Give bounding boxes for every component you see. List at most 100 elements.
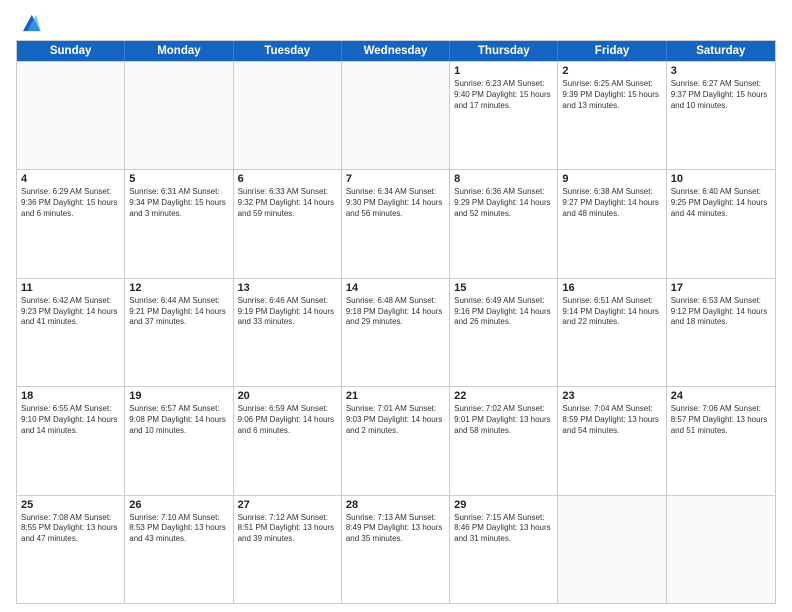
- day-number: 6: [238, 173, 337, 185]
- cal-cell: 6Sunrise: 6:33 AM Sunset: 9:32 PM Daylig…: [234, 170, 342, 277]
- cal-cell: 1 Sunrise: 6:23 AM Sunset: 9:40 PM Daylig…: [450, 62, 558, 169]
- day-number: 15: [454, 282, 553, 294]
- day-info: Sunrise: 7:02 AM Sunset: 9:01 PM Dayligh…: [454, 404, 553, 436]
- cal-header-wednesday: Wednesday: [342, 41, 450, 61]
- day-number: 5: [129, 173, 228, 185]
- cal-header-monday: Monday: [125, 41, 233, 61]
- day-number: 26: [129, 499, 228, 511]
- cal-cell: [234, 62, 342, 169]
- cal-cell: 9 Sunrise: 6:38 AM Sunset: 9:27 PM Daylig…: [558, 170, 666, 277]
- cal-week-5: 25Sunrise: 7:08 AM Sunset: 8:55 PM Dayli…: [17, 495, 775, 603]
- cal-cell: 5 Sunrise: 6:31 AM Sunset: 9:34 PM Daylig…: [125, 170, 233, 277]
- day-info: Sunrise: 6:55 AM Sunset: 9:10 PM Dayligh…: [21, 404, 120, 436]
- day-info: Sunrise: 6:23 AM Sunset: 9:40 PM Dayligh…: [454, 79, 553, 111]
- day-info: Sunrise: 6:59 AM Sunset: 9:06 PM Dayligh…: [238, 404, 337, 436]
- cal-cell: 19 Sunrise: 6:57 AM Sunset: 9:08 PM Dayli…: [125, 387, 233, 494]
- day-number: 13: [238, 282, 337, 294]
- day-number: 17: [671, 282, 771, 294]
- day-info: Sunrise: 6:29 AM Sunset: 9:36 PM Dayligh…: [21, 187, 120, 219]
- cal-cell: [667, 496, 775, 603]
- cal-cell: 14Sunrise: 6:48 AM Sunset: 9:18 PM Dayli…: [342, 279, 450, 386]
- cal-cell: 4 Sunrise: 6:29 AM Sunset: 9:36 PM Daylig…: [17, 170, 125, 277]
- day-number: 25: [21, 499, 120, 511]
- cal-cell: 21 Sunrise: 7:01 AM Sunset: 9:03 PM Dayli…: [342, 387, 450, 494]
- day-number: 4: [21, 173, 120, 185]
- day-number: 9: [562, 173, 661, 185]
- cal-cell: 11 Sunrise: 6:42 AM Sunset: 9:23 PM Dayli…: [17, 279, 125, 386]
- day-info: Sunrise: 6:31 AM Sunset: 9:34 PM Dayligh…: [129, 187, 228, 219]
- day-info: Sunrise: 6:46 AM Sunset: 9:19 PM Dayligh…: [238, 296, 337, 328]
- cal-header-friday: Friday: [558, 41, 666, 61]
- cal-cell: 2 Sunrise: 6:25 AM Sunset: 9:39 PM Daylig…: [558, 62, 666, 169]
- logo-icon: [20, 12, 42, 34]
- day-number: 19: [129, 390, 228, 402]
- day-number: 8: [454, 173, 553, 185]
- day-info: Sunrise: 7:13 AM Sunset: 8:49 PM Dayligh…: [346, 513, 445, 545]
- day-info: Sunrise: 6:34 AM Sunset: 9:30 PM Dayligh…: [346, 187, 445, 219]
- page: SundayMondayTuesdayWednesdayThursdayFrid…: [0, 0, 792, 612]
- cal-cell: 7 Sunrise: 6:34 AM Sunset: 9:30 PM Daylig…: [342, 170, 450, 277]
- day-number: 3: [671, 65, 771, 77]
- day-number: 16: [562, 282, 661, 294]
- cal-cell: 16 Sunrise: 6:51 AM Sunset: 9:14 PM Dayli…: [558, 279, 666, 386]
- day-info: Sunrise: 7:15 AM Sunset: 8:46 PM Dayligh…: [454, 513, 553, 545]
- cal-header-sunday: Sunday: [17, 41, 125, 61]
- day-info: Sunrise: 7:04 AM Sunset: 8:59 PM Dayligh…: [562, 404, 661, 436]
- cal-cell: 22 Sunrise: 7:02 AM Sunset: 9:01 PM Dayli…: [450, 387, 558, 494]
- cal-cell: 27 Sunrise: 7:12 AM Sunset: 8:51 PM Dayli…: [234, 496, 342, 603]
- day-info: Sunrise: 6:38 AM Sunset: 9:27 PM Dayligh…: [562, 187, 661, 219]
- cal-cell: 3 Sunrise: 6:27 AM Sunset: 9:37 PM Daylig…: [667, 62, 775, 169]
- cal-cell: 29 Sunrise: 7:15 AM Sunset: 8:46 PM Dayli…: [450, 496, 558, 603]
- day-info: Sunrise: 6:57 AM Sunset: 9:08 PM Dayligh…: [129, 404, 228, 436]
- day-info: Sunrise: 6:51 AM Sunset: 9:14 PM Dayligh…: [562, 296, 661, 328]
- day-info: Sunrise: 6:25 AM Sunset: 9:39 PM Dayligh…: [562, 79, 661, 111]
- day-number: 23: [562, 390, 661, 402]
- cal-cell: 26 Sunrise: 7:10 AM Sunset: 8:53 PM Dayli…: [125, 496, 233, 603]
- day-number: 7: [346, 173, 445, 185]
- day-info: Sunrise: 6:53 AM Sunset: 9:12 PM Dayligh…: [671, 296, 771, 328]
- cal-cell: 20 Sunrise: 6:59 AM Sunset: 9:06 PM Dayli…: [234, 387, 342, 494]
- day-number: 29: [454, 499, 553, 511]
- day-info: Sunrise: 6:36 AM Sunset: 9:29 PM Dayligh…: [454, 187, 553, 219]
- day-info: Sunrise: 6:42 AM Sunset: 9:23 PM Dayligh…: [21, 296, 120, 328]
- day-number: 18: [21, 390, 120, 402]
- calendar-header-row: SundayMondayTuesdayWednesdayThursdayFrid…: [17, 41, 775, 61]
- day-number: 24: [671, 390, 771, 402]
- day-number: 1: [454, 65, 553, 77]
- day-info: Sunrise: 6:49 AM Sunset: 9:16 PM Dayligh…: [454, 296, 553, 328]
- cal-cell: 24Sunrise: 7:06 AM Sunset: 8:57 PM Dayli…: [667, 387, 775, 494]
- day-number: 14: [346, 282, 445, 294]
- cal-cell: 15 Sunrise: 6:49 AM Sunset: 9:16 PM Dayli…: [450, 279, 558, 386]
- cal-cell: 8 Sunrise: 6:36 AM Sunset: 9:29 PM Daylig…: [450, 170, 558, 277]
- day-info: Sunrise: 7:12 AM Sunset: 8:51 PM Dayligh…: [238, 513, 337, 545]
- cal-week-1: 1 Sunrise: 6:23 AM Sunset: 9:40 PM Daylig…: [17, 61, 775, 169]
- day-info: Sunrise: 7:01 AM Sunset: 9:03 PM Dayligh…: [346, 404, 445, 436]
- day-number: 20: [238, 390, 337, 402]
- day-info: Sunrise: 7:10 AM Sunset: 8:53 PM Dayligh…: [129, 513, 228, 545]
- cal-cell: 12Sunrise: 6:44 AM Sunset: 9:21 PM Dayli…: [125, 279, 233, 386]
- header: [16, 12, 776, 34]
- cal-cell: [342, 62, 450, 169]
- cal-cell: 28 Sunrise: 7:13 AM Sunset: 8:49 PM Dayli…: [342, 496, 450, 603]
- day-info: Sunrise: 6:27 AM Sunset: 9:37 PM Dayligh…: [671, 79, 771, 111]
- cal-week-3: 11 Sunrise: 6:42 AM Sunset: 9:23 PM Dayli…: [17, 278, 775, 386]
- cal-cell: [17, 62, 125, 169]
- cal-cell: 13 Sunrise: 6:46 AM Sunset: 9:19 PM Dayli…: [234, 279, 342, 386]
- cal-cell: 17 Sunrise: 6:53 AM Sunset: 9:12 PM Dayli…: [667, 279, 775, 386]
- cal-cell: [558, 496, 666, 603]
- cal-header-tuesday: Tuesday: [234, 41, 342, 61]
- cal-week-2: 4 Sunrise: 6:29 AM Sunset: 9:36 PM Daylig…: [17, 169, 775, 277]
- day-number: 2: [562, 65, 661, 77]
- day-number: 27: [238, 499, 337, 511]
- day-info: Sunrise: 6:40 AM Sunset: 9:25 PM Dayligh…: [671, 187, 771, 219]
- cal-cell: 10Sunrise: 6:40 AM Sunset: 9:25 PM Dayli…: [667, 170, 775, 277]
- day-number: 22: [454, 390, 553, 402]
- logo: [16, 12, 42, 34]
- cal-header-thursday: Thursday: [450, 41, 558, 61]
- day-number: 21: [346, 390, 445, 402]
- day-number: 28: [346, 499, 445, 511]
- cal-cell: [125, 62, 233, 169]
- day-number: 11: [21, 282, 120, 294]
- calendar-body: 1 Sunrise: 6:23 AM Sunset: 9:40 PM Daylig…: [17, 61, 775, 603]
- cal-cell: 18 Sunrise: 6:55 AM Sunset: 9:10 PM Dayli…: [17, 387, 125, 494]
